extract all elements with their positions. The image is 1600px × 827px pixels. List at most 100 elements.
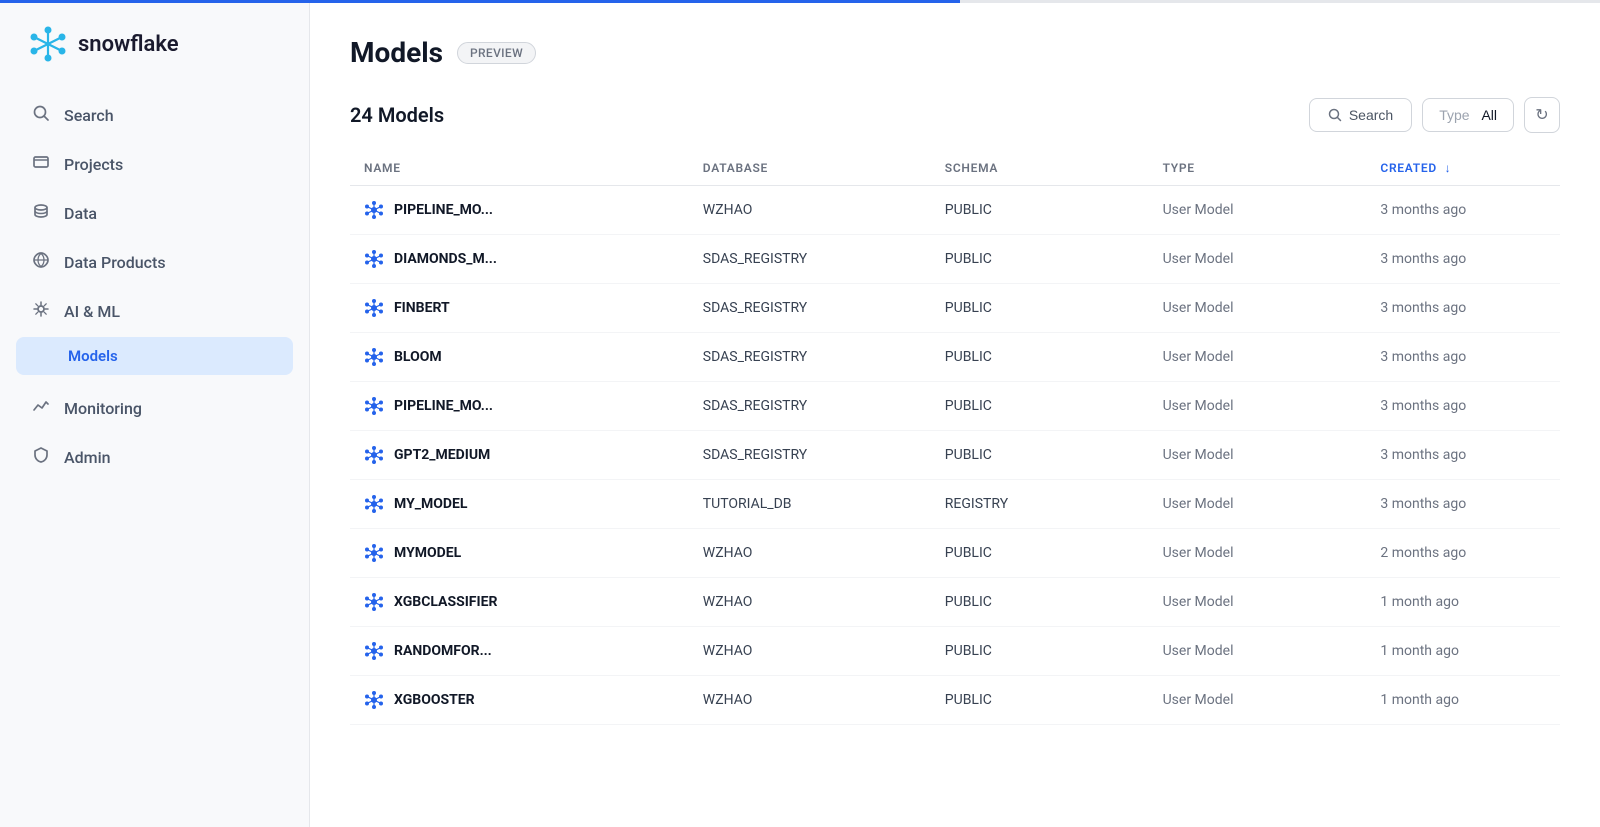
sidebar-item-search[interactable]: Search — [16, 92, 293, 139]
table-row[interactable]: XGBOOSTER WZHAOPUBLICUser Model1 month a… — [350, 676, 1560, 725]
sidebar-item-models-label: Models — [68, 347, 118, 365]
cell-database: SDAS_REGISTRY — [689, 284, 931, 333]
cell-name: DIAMONDS_M... — [350, 235, 689, 283]
cell-type: User Model — [1149, 578, 1367, 627]
cell-database: WZHAO — [689, 627, 931, 676]
search-label: Search — [1349, 107, 1393, 123]
cell-database: WZHAO — [689, 676, 931, 725]
main-content: Models PREVIEW 24 Models Search Type All… — [310, 0, 1600, 827]
cell-name-text: MY_MODEL — [394, 496, 467, 512]
type-label: Type — [1439, 107, 1469, 123]
col-created[interactable]: CREATED ↓ — [1366, 151, 1560, 186]
models-count: 24 Models — [350, 103, 444, 127]
sidebar-item-monitoring-label: Monitoring — [64, 399, 142, 418]
table-row[interactable]: PIPELINE_MO... SDAS_REGISTRYPUBLICUser M… — [350, 382, 1560, 431]
cell-name-text: BLOOM — [394, 349, 442, 365]
cell-name: MYMODEL — [350, 529, 689, 577]
progress-bar — [310, 0, 1600, 3]
cell-created: 1 month ago — [1366, 578, 1560, 627]
model-icon — [364, 298, 384, 318]
sidebar-item-projects-label: Projects — [64, 155, 123, 174]
ai-ml-icon — [32, 300, 50, 323]
sidebar: snowflake Search Projects Data Data Pro — [0, 0, 310, 827]
cell-type: User Model — [1149, 284, 1367, 333]
cell-name-text: FINBERT — [394, 300, 450, 316]
model-icon — [364, 494, 384, 514]
cell-schema: PUBLIC — [931, 284, 1149, 333]
cell-type: User Model — [1149, 431, 1367, 480]
cell-type: User Model — [1149, 529, 1367, 578]
model-icon — [364, 690, 384, 710]
cell-type: User Model — [1149, 186, 1367, 235]
cell-name-text: RANDOMFOR... — [394, 643, 492, 659]
toolbar: 24 Models Search Type All ↻ — [350, 97, 1560, 133]
cell-name: PIPELINE_MO... — [350, 186, 689, 234]
models-table-wrapper: NAME DATABASE SCHEMA TYPE CREATED ↓ — [350, 151, 1560, 827]
cell-database: SDAS_REGISTRY — [689, 235, 931, 284]
table-row[interactable]: FINBERT SDAS_REGISTRYPUBLICUser Model3 m… — [350, 284, 1560, 333]
page-title: Models — [350, 36, 443, 69]
search-button[interactable]: Search — [1309, 98, 1412, 132]
sidebar-item-monitoring[interactable]: Monitoring — [16, 385, 293, 432]
sidebar-item-admin[interactable]: Admin — [16, 434, 293, 481]
cell-created: 1 month ago — [1366, 676, 1560, 725]
cell-type: User Model — [1149, 382, 1367, 431]
cell-type: User Model — [1149, 480, 1367, 529]
model-icon — [364, 543, 384, 563]
sidebar-item-models[interactable]: Models — [16, 337, 293, 375]
sidebar-item-data-products[interactable]: Data Products — [16, 239, 293, 286]
cell-name: RANDOMFOR... — [350, 627, 689, 675]
cell-name-text: GPT2_MEDIUM — [394, 447, 490, 463]
cell-name-text: PIPELINE_MO... — [394, 202, 493, 218]
refresh-button[interactable]: ↻ — [1524, 97, 1560, 133]
cell-database: TUTORIAL_DB — [689, 480, 931, 529]
sidebar-item-ai-ml-label: AI & ML — [64, 302, 120, 321]
type-filter-button[interactable]: Type All — [1422, 98, 1514, 132]
sidebar-navigation: Search Projects Data Data Products AI & — [0, 84, 309, 489]
cell-created: 3 months ago — [1366, 186, 1560, 235]
cell-created: 3 months ago — [1366, 284, 1560, 333]
sidebar-item-data-label: Data — [64, 204, 97, 223]
table-row[interactable]: RANDOMFOR... WZHAOPUBLICUser Model1 mont… — [350, 627, 1560, 676]
cell-schema: PUBLIC — [931, 382, 1149, 431]
table-row[interactable]: MYMODEL WZHAOPUBLICUser Model2 months ag… — [350, 529, 1560, 578]
table-row[interactable]: PIPELINE_MO... WZHAOPUBLICUser Model3 mo… — [350, 186, 1560, 235]
cell-name-text: MYMODEL — [394, 545, 461, 561]
table-row[interactable]: MY_MODEL TUTORIAL_DBREGISTRYUser Model3 … — [350, 480, 1560, 529]
projects-icon — [32, 153, 50, 176]
monitoring-icon — [32, 397, 50, 420]
cell-name-text: PIPELINE_MO... — [394, 398, 493, 414]
sort-arrow-icon: ↓ — [1445, 161, 1452, 175]
cell-name-text: XGBCLASSIFIER — [394, 594, 497, 610]
cell-database: WZHAO — [689, 529, 931, 578]
model-icon — [364, 592, 384, 612]
table-body: PIPELINE_MO... WZHAOPUBLICUser Model3 mo… — [350, 186, 1560, 725]
model-icon — [364, 396, 384, 416]
refresh-icon: ↻ — [1535, 105, 1548, 125]
sidebar-item-data[interactable]: Data — [16, 190, 293, 237]
table-row[interactable]: DIAMONDS_M... SDAS_REGISTRYPUBLICUser Mo… — [350, 235, 1560, 284]
cell-schema: REGISTRY — [931, 480, 1149, 529]
sidebar-item-admin-label: Admin — [64, 448, 111, 467]
sidebar-item-projects[interactable]: Projects — [16, 141, 293, 188]
cell-schema: PUBLIC — [931, 333, 1149, 382]
cell-schema: PUBLIC — [931, 186, 1149, 235]
table-row[interactable]: GPT2_MEDIUM SDAS_REGISTRYPUBLICUser Mode… — [350, 431, 1560, 480]
cell-schema: PUBLIC — [931, 431, 1149, 480]
table-row[interactable]: XGBCLASSIFIER WZHAOPUBLICUser Model1 mon… — [350, 578, 1560, 627]
search-icon — [1328, 108, 1342, 122]
cell-type: User Model — [1149, 676, 1367, 725]
cell-database: SDAS_REGISTRY — [689, 333, 931, 382]
page-header: Models PREVIEW — [350, 36, 1560, 69]
model-icon — [364, 249, 384, 269]
table-row[interactable]: BLOOM SDAS_REGISTRYPUBLICUser Model3 mon… — [350, 333, 1560, 382]
models-table: NAME DATABASE SCHEMA TYPE CREATED ↓ — [350, 151, 1560, 725]
sidebar-item-ai-ml[interactable]: AI & ML — [16, 288, 293, 335]
cell-schema: PUBLIC — [931, 235, 1149, 284]
cell-name: FINBERT — [350, 284, 689, 332]
cell-name-text: XGBOOSTER — [394, 692, 475, 708]
data-products-icon — [32, 251, 50, 274]
data-icon — [32, 202, 50, 225]
cell-created: 1 month ago — [1366, 627, 1560, 676]
cell-type: User Model — [1149, 235, 1367, 284]
